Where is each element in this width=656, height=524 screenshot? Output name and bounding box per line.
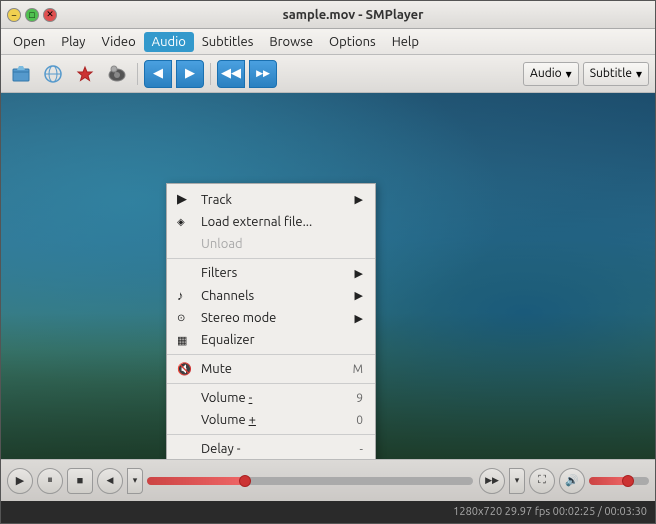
menu-item-channels[interactable]: ♪ Channels ▶ — [167, 284, 375, 307]
menu-item-equalizer[interactable]: ▦ Equalizer — [167, 329, 375, 351]
next-track-button[interactable]: ▶▶ — [479, 468, 505, 494]
progress-fill — [147, 477, 245, 485]
equalizer-icon: ▦ — [177, 334, 195, 347]
volume-down-shortcut: 9 — [356, 392, 363, 405]
titlebar: – □ ✕ sample.mov - SMPlayer — [1, 1, 655, 29]
subtitle-dropdown[interactable]: Subtitle ▾ — [583, 62, 649, 86]
menu-item-unload: Unload — [167, 233, 375, 255]
menu-item-load-external[interactable]: ◈ Load external file... — [167, 211, 375, 233]
mute-icon: 🔇 — [177, 362, 195, 376]
menu-item-unload-label: Unload — [201, 237, 243, 251]
menu-options[interactable]: Options — [321, 32, 384, 52]
menu-item-track[interactable]: ▶ Track ▶ — [167, 188, 375, 211]
next-button[interactable]: ▶ — [176, 60, 204, 88]
menubar: Open Play Video Audio Subtitles Browse O… — [1, 29, 655, 55]
menu-item-filters[interactable]: Filters ▶ — [167, 262, 375, 284]
menu-subtitles[interactable]: Subtitles — [194, 32, 261, 52]
menu-audio[interactable]: Audio — [144, 32, 194, 52]
menu-browse[interactable]: Browse — [261, 32, 321, 52]
stereo-arrow-icon: ▶ — [355, 312, 363, 325]
toolbar-separator-2 — [210, 63, 211, 85]
mute-button[interactable]: 🔊 — [559, 468, 585, 494]
subtitle-dropdown-label: Subtitle — [590, 67, 632, 80]
toolbar-separator-1 — [137, 63, 138, 85]
open-url-button[interactable] — [39, 60, 67, 88]
menu-item-volume-up[interactable]: Volume + 0 — [167, 409, 375, 431]
volume-handle[interactable] — [622, 475, 634, 487]
menu-separator-1 — [167, 258, 375, 259]
open-file-button[interactable] — [7, 60, 35, 88]
progress-bar[interactable] — [147, 477, 473, 485]
main-window: – □ ✕ sample.mov - SMPlayer Open Play Vi… — [0, 0, 656, 524]
prev-track-button[interactable]: ◀ — [97, 468, 123, 494]
rewind-button[interactable]: ◀◀ — [217, 60, 245, 88]
menu-separator-2 — [167, 354, 375, 355]
next-dropdown-button[interactable]: ▾ — [509, 468, 525, 494]
subtitle-dropdown-arrow: ▾ — [636, 67, 642, 81]
channels-arrow-icon: ▶ — [355, 289, 363, 302]
menu-item-load-external-label: Load external file... — [201, 215, 312, 229]
load-external-icon: ◈ — [177, 216, 195, 228]
status-info: 1280x720 29.97 fps 00:02:25 / 00:03:30 — [453, 506, 647, 518]
volume-up-shortcut: 0 — [356, 414, 363, 427]
menu-help[interactable]: Help — [384, 32, 427, 52]
menu-item-volume-up-label: Volume + — [201, 413, 256, 427]
pause-button[interactable]: ⏸ — [37, 468, 63, 494]
menu-separator-3 — [167, 383, 375, 384]
menu-item-mute-label: Mute — [201, 362, 232, 376]
minimize-button[interactable]: – — [7, 8, 21, 22]
maximize-button[interactable]: □ — [25, 8, 39, 22]
forward-button[interactable]: ▶▶ — [249, 60, 277, 88]
audio-dropdown-arrow: ▾ — [566, 67, 572, 81]
menu-play[interactable]: Play — [53, 32, 93, 52]
favorites-button[interactable] — [71, 60, 99, 88]
menu-item-filters-label: Filters — [201, 266, 237, 280]
prev-button[interactable]: ◀ — [144, 60, 172, 88]
controls-bar: ▶ ⏸ ■ ◀ ▾ ▶▶ ▾ ⛶ 🔊 — [1, 459, 655, 501]
audio-dropdown-label: Audio — [530, 67, 562, 80]
delay-down-shortcut: - — [360, 443, 363, 456]
close-button[interactable]: ✕ — [43, 8, 57, 22]
filters-arrow-icon: ▶ — [355, 267, 363, 280]
menu-video[interactable]: Video — [93, 32, 143, 52]
menu-item-volume-down[interactable]: Volume - 9 — [167, 387, 375, 409]
tv-button[interactable] — [103, 60, 131, 88]
channels-icon: ♪ — [177, 288, 195, 303]
progress-handle[interactable] — [239, 475, 251, 487]
statusbar: 1280x720 29.97 fps 00:02:25 / 00:03:30 — [1, 501, 655, 523]
window-title: sample.mov - SMPlayer — [57, 8, 649, 22]
stereo-icon: ⊙ — [177, 312, 195, 324]
audio-menu: ▶ Track ▶ ◈ Load external file... Unload… — [166, 183, 376, 459]
toolbar: ◀ ▶ ◀◀ ▶▶ Audio ▾ Subtitle ▾ — [1, 55, 655, 93]
menu-item-volume-down-label: Volume - — [201, 391, 252, 405]
audio-dropdown[interactable]: Audio ▾ — [523, 62, 579, 86]
mute-shortcut: M — [353, 363, 363, 376]
fullscreen-button[interactable]: ⛶ — [529, 468, 555, 494]
menu-separator-4 — [167, 434, 375, 435]
menu-item-track-label: Track — [201, 193, 232, 207]
menu-item-stereo[interactable]: ⊙ Stereo mode ▶ — [167, 307, 375, 329]
track-icon: ▶ — [177, 192, 195, 207]
menu-item-delay-down[interactable]: Delay - - — [167, 438, 375, 459]
menu-item-mute[interactable]: 🔇 Mute M — [167, 358, 375, 380]
menu-item-equalizer-label: Equalizer — [201, 333, 255, 347]
window-controls: – □ ✕ — [7, 8, 57, 22]
prev-dropdown-button[interactable]: ▾ — [127, 468, 143, 494]
track-arrow-icon: ▶ — [355, 193, 363, 206]
menu-open[interactable]: Open — [5, 32, 53, 52]
stop-button[interactable]: ■ — [67, 468, 93, 494]
menu-item-delay-down-label: Delay - — [201, 442, 240, 456]
menu-item-channels-label: Channels — [201, 289, 254, 303]
video-area[interactable]: ▶ Track ▶ ◈ Load external file... Unload… — [1, 93, 655, 459]
volume-bar[interactable] — [589, 477, 649, 485]
menu-item-stereo-label: Stereo mode — [201, 311, 276, 325]
play-button[interactable]: ▶ — [7, 468, 33, 494]
